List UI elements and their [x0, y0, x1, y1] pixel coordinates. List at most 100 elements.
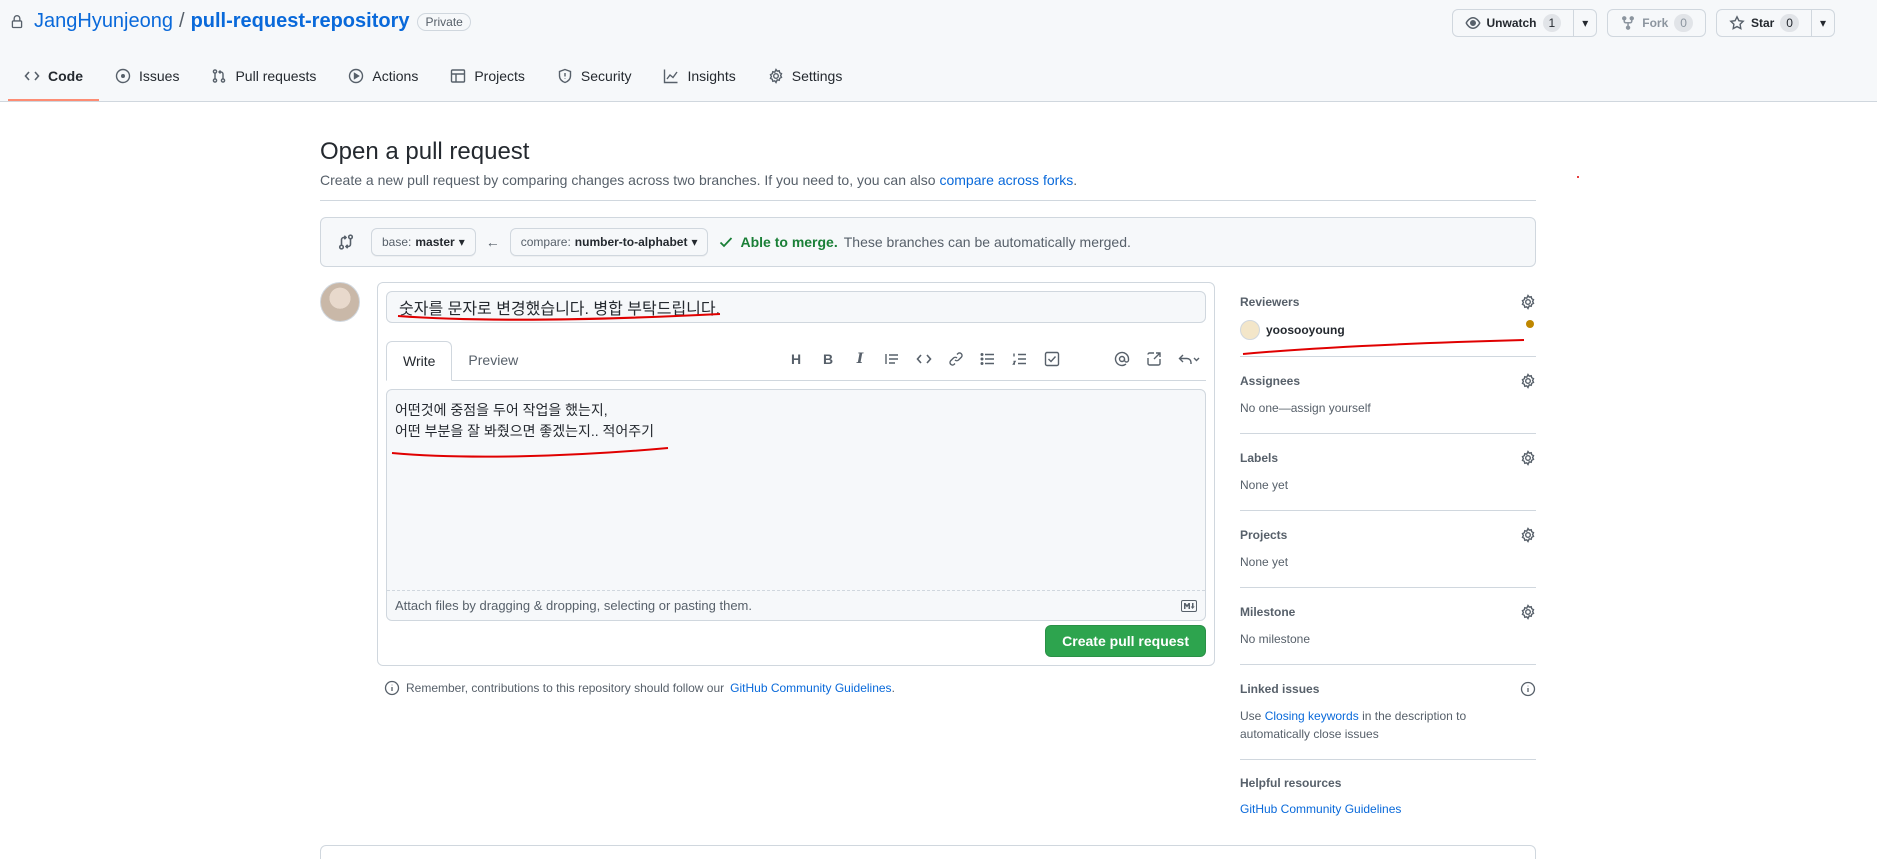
fork-button[interactable]: Fork 0 — [1607, 9, 1706, 37]
cross-reference-icon[interactable] — [1146, 351, 1162, 367]
tab-label: Projects — [474, 68, 525, 84]
table-icon — [451, 69, 466, 83]
repo-separator: / — [179, 10, 185, 32]
annotation-dot — [1577, 176, 1579, 178]
pr-title-input[interactable]: 숫자를 문자로 변경했습니다. 병합 부탁드립니다. — [386, 291, 1206, 323]
linked-pre: Use — [1240, 709, 1262, 723]
pr-sidebar: Reviewers yoosooyoung Assignees No one—a… — [1240, 282, 1536, 834]
unwatch-button-group: Unwatch 1 ▾ — [1451, 9, 1598, 37]
repo-actions: Unwatch 1 ▾ Fork 0 Star 0 ▾ — [1451, 9, 1835, 37]
tab-preview[interactable]: Preview — [452, 340, 534, 380]
create-pull-request-button[interactable]: Create pull request — [1045, 625, 1206, 657]
milestone-heading: Milestone — [1240, 605, 1296, 619]
gear-icon — [769, 68, 783, 84]
italic-icon[interactable]: I — [852, 351, 868, 367]
compare-branch-select[interactable]: compare: number-to-alphabet ▾ — [509, 228, 709, 256]
gear-icon[interactable] — [1520, 527, 1536, 543]
caret-down-icon: ▾ — [458, 235, 465, 249]
assignees-value[interactable]: No one—assign yourself — [1240, 399, 1536, 417]
merge-detail-text: These branches can be automatically merg… — [843, 234, 1131, 250]
repo-nav: Code Issues Pull requests Actions Projec… — [8, 53, 858, 101]
quote-icon[interactable] — [884, 351, 900, 367]
star-icon — [1729, 15, 1745, 30]
tab-security[interactable]: Security — [541, 53, 648, 101]
divider — [320, 200, 1536, 201]
pending-review-dot — [1526, 320, 1534, 328]
unordered-list-icon[interactable] — [980, 351, 996, 367]
sidebar-linked-issues: Linked issues Use Closing keywords in th… — [1240, 665, 1536, 760]
labels-value: None yet — [1240, 478, 1289, 492]
compare-forks-link[interactable]: compare across forks — [939, 172, 1073, 188]
reviewer-item[interactable]: yoosooyoung — [1240, 320, 1536, 340]
mention-icon[interactable] — [1114, 351, 1130, 367]
pr-body-textarea[interactable]: 어떤것에 중점을 두어 작업을 했는지, 어떤 부분을 잘 봐줬으면 좋겠는지.… — [386, 389, 1206, 621]
unwatch-button[interactable]: Unwatch 1 — [1453, 10, 1574, 36]
tab-write[interactable]: Write — [386, 341, 453, 381]
sidebar-helpful-resources: Helpful resources GitHub Community Guide… — [1240, 760, 1536, 834]
shield-icon — [558, 68, 572, 84]
subtitle-text: Create a new pull request by comparing c… — [320, 172, 936, 188]
gear-icon[interactable] — [1520, 294, 1536, 310]
closing-keywords-link[interactable]: Closing keywords — [1265, 709, 1359, 723]
tab-code[interactable]: Code — [8, 53, 99, 101]
repo-name-link[interactable]: pull-request-repository — [191, 10, 410, 33]
check-icon — [720, 237, 733, 248]
tab-actions[interactable]: Actions — [332, 53, 434, 101]
star-button[interactable]: Star 0 — [1717, 10, 1811, 36]
gear-icon[interactable] — [1520, 373, 1536, 389]
tab-label: Pull requests — [235, 68, 317, 84]
star-button-group: Star 0 ▾ — [1715, 9, 1835, 37]
code-icon[interactable] — [916, 351, 932, 367]
task-list-icon[interactable] — [1044, 351, 1060, 367]
gear-icon[interactable] — [1520, 604, 1536, 620]
remember-end: . — [891, 681, 895, 695]
repo-owner-link[interactable]: JangHyunjeong — [34, 10, 173, 33]
tab-issues[interactable]: Issues — [99, 53, 195, 101]
reviewer-name: yoosooyoung — [1266, 323, 1345, 337]
tab-label: Insights — [687, 68, 736, 84]
tab-pull-requests[interactable]: Pull requests — [195, 53, 332, 101]
sidebar-projects: Projects None yet — [1240, 511, 1536, 588]
pr-body-text: 어떤것에 중점을 두어 작업을 했는지, 어떤 부분을 잘 봐줬으면 좋겠는지.… — [395, 402, 655, 439]
tab-settings[interactable]: Settings — [752, 53, 859, 101]
contribution-note: Remember, contributions to this reposito… — [384, 680, 895, 696]
helpful-guidelines-link[interactable]: GitHub Community Guidelines — [1240, 802, 1401, 816]
base-label: base: — [382, 235, 412, 249]
attach-text: Attach files by dragging & dropping, sel… — [395, 598, 752, 613]
graph-icon — [664, 69, 679, 84]
link-icon[interactable] — [948, 351, 964, 367]
star-label: Star — [1750, 16, 1775, 30]
author-avatar[interactable] — [320, 282, 360, 322]
repo-title: JangHyunjeong / pull-request-repository … — [10, 10, 471, 33]
assignees-heading: Assignees — [1240, 374, 1301, 388]
ordered-list-icon[interactable] — [1012, 351, 1028, 367]
tab-label: Actions — [372, 68, 419, 84]
tab-label: Security — [580, 68, 632, 84]
editor-tabs: Write Preview H B I — [386, 341, 1206, 381]
caret-down-icon: ▾ — [1819, 16, 1826, 30]
tab-insights[interactable]: Insights — [647, 53, 751, 101]
main-container: Open a pull request Create a new pull re… — [320, 138, 1536, 816]
community-guidelines-link[interactable]: GitHub Community Guidelines — [730, 681, 891, 695]
pr-composer: 숫자를 문자로 변경했습니다. 병합 부탁드립니다. Write Preview… — [377, 282, 1215, 666]
tab-projects[interactable]: Projects — [434, 53, 541, 101]
fork-label: Fork — [1642, 16, 1669, 30]
base-branch-select[interactable]: base: master ▾ — [371, 228, 476, 256]
info-icon[interactable] — [1520, 681, 1536, 697]
gear-icon[interactable] — [1520, 450, 1536, 466]
attach-files-bar[interactable]: Attach files by dragging & dropping, sel… — [387, 590, 1205, 620]
lock-icon — [11, 14, 23, 28]
caret-down-icon: ▾ — [691, 235, 698, 249]
heading-icon[interactable]: H — [788, 351, 804, 367]
compare-label: compare: — [520, 235, 571, 249]
sidebar-reviewers: Reviewers yoosooyoung — [1240, 282, 1536, 357]
linked-issues-text: Use Closing keywords in the description … — [1240, 707, 1536, 743]
play-icon — [349, 68, 364, 84]
bold-icon[interactable]: B — [820, 351, 836, 367]
markdown-icon[interactable] — [1181, 599, 1197, 612]
unwatch-dropdown[interactable]: ▾ — [1573, 10, 1596, 36]
star-dropdown[interactable]: ▾ — [1810, 10, 1834, 36]
fork-counter: 0 — [1674, 14, 1693, 32]
milestone-value: No milestone — [1240, 632, 1311, 646]
reply-icon[interactable] — [1178, 351, 1200, 367]
